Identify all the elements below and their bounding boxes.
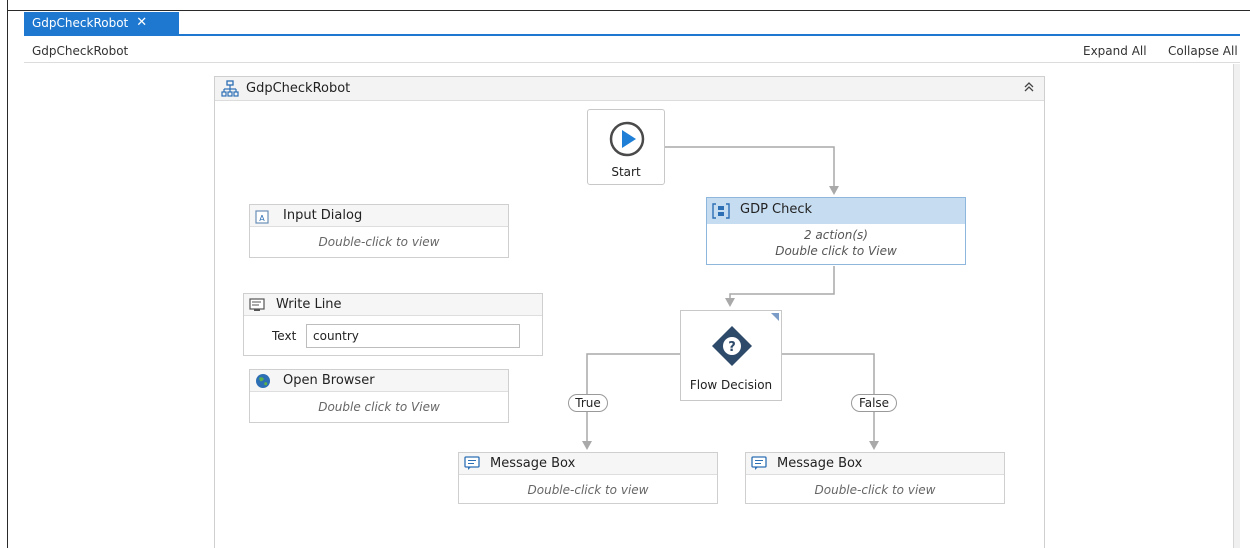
flow-decision-label: Flow Decision	[689, 378, 773, 392]
gdp-check-hint: Double click to View	[775, 244, 897, 258]
open-browser-title: Open Browser	[283, 373, 375, 388]
gdp-check-actions: 2 action(s)	[803, 228, 868, 242]
write-line-text-input[interactable]: country	[306, 324, 520, 348]
input-dialog-title: Input Dialog	[283, 208, 363, 223]
play-icon	[609, 121, 645, 157]
write-line-text-label: Text	[272, 329, 297, 343]
message-box-false-hint: Double-click to view	[814, 483, 936, 497]
message-icon	[464, 456, 480, 475]
message-box-true-title: Message Box	[490, 456, 576, 471]
write-line-title: Write Line	[276, 297, 342, 312]
false-branch-label[interactable]: False	[851, 394, 897, 412]
message-icon	[751, 456, 767, 475]
input-dialog-hint: Double-click to view	[318, 235, 440, 249]
input-dialog-icon: A	[255, 209, 269, 228]
decision-icon: ?	[712, 326, 752, 366]
start-label: Start	[611, 165, 641, 179]
gdp-check-title: GDP Check	[740, 202, 813, 217]
true-branch-label[interactable]: True	[568, 394, 608, 412]
sequence-icon	[712, 203, 730, 223]
svg-text:A: A	[259, 214, 265, 223]
write-line-icon	[249, 297, 265, 316]
globe-icon	[255, 373, 271, 393]
corner-marker-icon	[771, 313, 779, 321]
svg-text:?: ?	[728, 340, 736, 355]
open-browser-hint: Double click to View	[318, 400, 440, 414]
message-box-true-hint: Double-click to view	[527, 483, 649, 497]
message-box-false-title: Message Box	[777, 456, 863, 471]
